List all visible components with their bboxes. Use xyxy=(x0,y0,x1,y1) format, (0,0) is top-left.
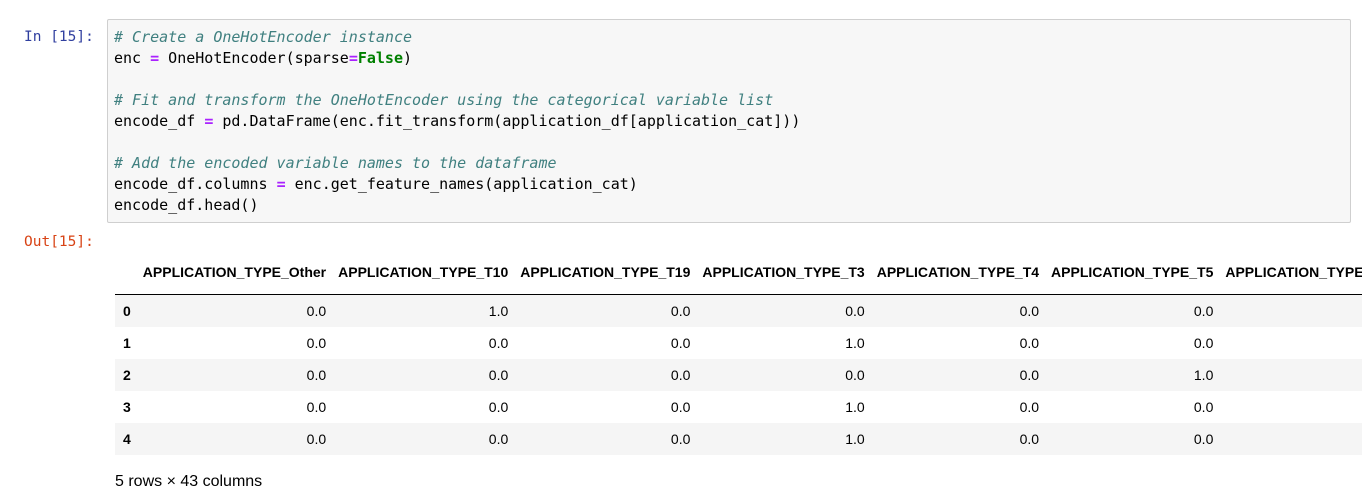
table-cell: 0.0 xyxy=(670,399,691,415)
table-cell: 0.0 xyxy=(845,303,865,319)
table-cell: 0.0 xyxy=(1193,335,1214,351)
table-cell: 1.0 xyxy=(845,335,865,351)
code-line: encode_df.columns = enc.get_feature_name… xyxy=(114,174,1344,195)
code-text: ) xyxy=(403,49,413,67)
column-header: APPLICATION_TYPE_T6 xyxy=(1219,250,1362,295)
table-cell: 0.0 xyxy=(670,431,691,447)
table-cell: 0.0 xyxy=(1193,431,1214,447)
code-line: # Fit and transform the OneHotEncoder us… xyxy=(114,90,1344,111)
table-cell: 0.0 xyxy=(306,303,327,319)
column-header: APPLICATION_TYPE_T5 xyxy=(1045,250,1220,295)
table-row: 0 0.0 1.0 0.0 0.0 0.0 0.0 0.0 xyxy=(115,294,1362,328)
table-cell: 0.0 xyxy=(306,399,327,415)
table-row: 3 0.0 0.0 0.0 1.0 0.0 0.0 0.0 xyxy=(115,391,1362,423)
output-area: APPLICATION_TYPE_Other APPLICATION_TYPE_T… xyxy=(115,250,1362,498)
table-cell: 0.0 xyxy=(488,431,509,447)
column-header: APPLICATION_TYPE_T19 xyxy=(514,250,697,295)
code-cell-editor[interactable]: # Create a OneHotEncoder instance enc = O… xyxy=(107,19,1351,223)
table-cell: 1.0 xyxy=(845,399,865,415)
table-cell: 0.0 xyxy=(1019,399,1040,415)
code-operator: = xyxy=(276,175,286,193)
code-operator: = xyxy=(150,49,160,67)
table-cell: 1.0 xyxy=(1193,367,1214,383)
output-prompt: Out[15]: xyxy=(24,234,94,250)
table-row: 2 0.0 0.0 0.0 0.0 0.0 1.0 0.0 xyxy=(115,359,1362,391)
table-cell: 0.0 xyxy=(1219,391,1362,423)
table-cell: 1.0 xyxy=(845,431,865,447)
code-text: pd.DataFrame(enc.fit_transform(applicati… xyxy=(213,112,801,130)
table-cell: 0.0 xyxy=(1193,303,1214,319)
row-index: 2 xyxy=(123,367,131,383)
code-comment: # Fit and transform the OneHotEncoder us… xyxy=(114,91,774,109)
code-comment: # Add the encoded variable names to the … xyxy=(114,154,557,172)
row-index: 3 xyxy=(123,399,131,415)
table-cell: 0.0 xyxy=(1219,359,1362,391)
table-cell: 0.0 xyxy=(488,335,509,351)
code-text: encode_df.columns xyxy=(114,175,277,193)
table-cell: 1.0 xyxy=(488,303,509,319)
column-header: APPLICATION_TYPE_T4 xyxy=(870,250,1046,295)
table-cell: 0.0 xyxy=(1193,399,1214,415)
row-index: 0 xyxy=(123,303,131,319)
code-text: encode_df.head() xyxy=(114,196,259,214)
table-cell: 0.0 xyxy=(1019,431,1040,447)
column-header: APPLICATION_TYPE_Other xyxy=(136,250,333,295)
index-header xyxy=(115,250,137,295)
input-prompt: In [15]: xyxy=(24,29,94,45)
table-cell: 0.0 xyxy=(1019,335,1040,351)
code-comment: # Create a OneHotEncoder instance xyxy=(114,28,413,46)
table-cell: 0.0 xyxy=(1019,303,1040,319)
table-cell: 0.0 xyxy=(306,431,327,447)
code-lines: # Create a OneHotEncoder instance enc = O… xyxy=(114,27,1344,216)
dataframe-table: APPLICATION_TYPE_Other APPLICATION_TYPE_T… xyxy=(115,250,1362,455)
table-cell: 0.0 xyxy=(488,399,509,415)
table-body: 00.01.00.00.00.00.00.010.00.00.01.00.00.… xyxy=(115,294,1362,455)
code-text: OneHotEncoder(sparse xyxy=(159,49,349,67)
code-line: # Create a OneHotEncoder instance xyxy=(114,27,1344,48)
table-cell: 0.0 xyxy=(488,367,509,383)
code-keyword: False xyxy=(357,49,403,67)
table-cell: 0.0 xyxy=(306,335,327,351)
table-row: 1 0.0 0.0 0.0 1.0 0.0 0.0 0.0 xyxy=(115,327,1362,359)
code-line: encode_df.head() xyxy=(114,195,1344,216)
table-cell: 0.0 xyxy=(1219,295,1362,328)
column-header: APPLICATION_TYPE_T10 xyxy=(332,250,515,295)
code-line: # Add the encoded variable names to the … xyxy=(114,153,1344,174)
code-operator: = xyxy=(204,112,214,130)
table-header-row: APPLICATION_TYPE_Other APPLICATION_TYPE_T… xyxy=(115,250,1362,295)
table-cell: 0.0 xyxy=(1219,327,1362,359)
code-text: enc.get_feature_names(application_cat) xyxy=(285,175,638,193)
table-cell: 0.0 xyxy=(1019,367,1040,383)
dataframe-shape-summary: 5 rows × 43 columns xyxy=(115,473,263,490)
column-header: APPLICATION_TYPE_T3 xyxy=(696,250,871,295)
table-cell: 0.0 xyxy=(670,303,691,319)
row-index: 1 xyxy=(123,335,131,351)
table-row: 4 0.0 0.0 0.0 1.0 0.0 0.0 0.0 xyxy=(115,423,1362,455)
table-cell: 0.0 xyxy=(670,367,691,383)
table-cell: 0.0 xyxy=(1219,423,1362,455)
code-line: enc = OneHotEncoder(sparse=False) xyxy=(114,48,1344,69)
code-operator: = xyxy=(348,49,358,67)
code-text: encode_df xyxy=(114,112,205,130)
table-cell: 0.0 xyxy=(306,367,327,383)
table-cell: 0.0 xyxy=(845,367,865,383)
dataframe-container: APPLICATION_TYPE_Other APPLICATION_TYPE_T… xyxy=(115,250,1362,455)
row-index: 4 xyxy=(123,431,131,447)
code-text: enc xyxy=(114,49,151,67)
table-cell: 0.0 xyxy=(670,335,691,351)
code-line: encode_df = pd.DataFrame(enc.fit_transfo… xyxy=(114,111,1344,132)
